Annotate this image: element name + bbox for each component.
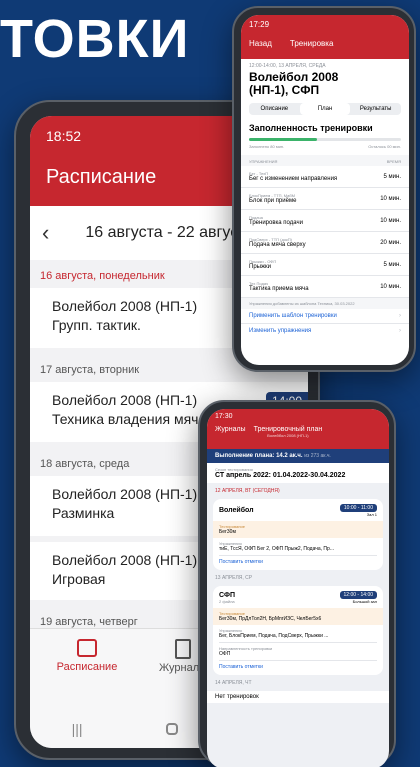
exercise-name: Прыжки [249,264,271,270]
training-tabs: Описание План Результаты [249,103,401,115]
card2-plan[interactable]: Тестирование Бег30м, ПрДлТол2Н, БрМпгИЗС… [213,608,383,625]
training-date: 12:00-14:00, 13 АПРЕЛЯ, СРЕДА [249,63,326,69]
remaining-text: Осталось 00 мин. [368,144,401,149]
top-back-button[interactable]: Назад [249,39,272,48]
exercise-time: 10 мин. [380,195,401,202]
home-icon[interactable] [165,723,178,735]
exercise-name: Тренировка подачи [249,220,303,226]
bottom-phone: 17:30 Журналы Тренировочный план Волейбо… [198,400,396,767]
template-note: Упражнения добавлены из шаблона Техника,… [241,298,409,309]
card2-mark-button[interactable]: Поставить отметки [219,661,377,670]
change-exercises-label: Изменить упражнения [249,328,312,334]
chevron-right-icon: › [399,328,401,334]
training-team: Волейбол 2008 (НП-1), СФП [249,70,339,97]
card1-time: 10:00 - 11:00 [339,504,377,512]
plan-label: Выполнение плана: 14.2 ак.ч. [215,453,303,459]
recent-apps-icon[interactable]: ||| [72,721,83,737]
apply-template-link[interactable]: Применить шаблон тренировки › [241,309,409,324]
exercise-time: 5 мин. [383,173,401,180]
journal-icon [175,639,191,659]
exercise-name: Тактика приема мяча [249,286,309,292]
tab-results[interactable]: Результаты [350,103,401,115]
apply-template-label: Применить шаблон тренировки [249,313,337,319]
tab-description[interactable]: Описание [249,103,300,115]
card1-title: Волейбол [219,507,254,514]
card2-title: СФП [219,591,236,599]
exercise-name: Бег с изменением направления [249,176,338,182]
fill-bar-value [249,138,318,141]
day-3: 14 АПРЕЛЯ, ЧТ [215,680,252,686]
exercise-time: 10 мин. [380,217,401,224]
col-exercises: УПРАЖНЕНИЯ [249,159,278,164]
card2-plan-value: Бег30м, ПрДлТол2Н, БрМпгИЗС, ЧелБег5х6 [219,616,322,622]
plan-summary[interactable]: Выполнение плана: 14.2 ак.ч. из 273 ак.ч… [207,449,389,463]
fill-title: Заполненность тренировки [249,123,373,133]
bottom-back-button[interactable]: Журналы [215,426,246,438]
exercise-time: 20 мин. [380,239,401,246]
exercise-list: Бег - ТехП Бег с изменением направления 5 … [241,166,409,298]
plan-of: из 273 ак.ч. [304,453,331,459]
day-2: 13 АПРЕЛЯ, СР [215,575,253,581]
exercise-row[interactable]: Прыжки - ОФП Прыжки 5 мин. [241,254,409,276]
training-card-1[interactable]: Волейбол 10:00 - 11:00 Зал 1 Тестировани… [213,499,383,570]
card1-ex-value: тиЕ, ТссЯ, ОФП Бег 2, ОФП Прыж2, Подача,… [219,546,334,552]
top-title: Тренировка [289,39,334,48]
col-time: ВРЕМЯ [386,159,401,164]
exercise-time: 10 мин. [380,283,401,290]
card1-plan-value: Бег30м [219,529,236,535]
card2-subtitle: 2 файла [219,598,235,604]
week-range: 16 августа - 22 августа [85,224,255,241]
day-today: 12 АПРЕЛЯ, ВТ (СЕГОДНЯ) [215,488,280,494]
tab-plan[interactable]: План [299,103,351,115]
exercise-row[interactable]: БлокПрием - ТТП, МабМ Блок при приёме 10 м… [241,188,409,210]
prev-week-icon[interactable]: ‹ [42,220,49,246]
card1-place: Зал 1 [366,512,377,517]
exercise-name: Блок при приёме [249,198,297,204]
bottom-header: 17:30 Журналы Тренировочный план Волейбо… [207,409,389,449]
headline: ТОВКИ [0,9,190,69]
nav-schedule-label: Расписание [56,661,118,673]
fill-bar [249,138,401,141]
nav-schedule[interactable]: Расписание [52,639,122,673]
top-status-time: 17:29 [249,20,270,29]
calendar-icon [77,639,97,657]
card2-dir-value: ОФП [219,651,231,657]
card2-place: Большой зал [352,599,377,604]
exercise-row[interactable]: Тех Подач Тактика приема мяча 10 мин. [241,276,409,298]
exercise-row[interactable]: Бег - ТехП Бег с изменением направления 5 … [241,166,409,188]
bottom-screen: 17:30 Журналы Тренировочный план Волейбо… [207,409,389,767]
period-value: СТ апрель 2022: 01.04.2022-30.04.2022 [215,472,346,479]
card2-ex-value: Бег, БлокПрием, Подача, ПодСверх, Прыжки… [219,633,329,639]
training-card-2[interactable]: СФП 2 файла 12:00 - 14:00 Большой зал Те… [213,586,383,675]
top-header: 17:29 Назад Тренировка [241,15,409,59]
exercise-row[interactable]: Подача Тренировка подачи 10 мин. [241,210,409,232]
card1-plan[interactable]: Тестирование Бег30м [213,521,383,538]
filled-text: Заполнено 80 мин. [249,144,285,149]
chevron-right-icon: › [399,313,401,319]
exercise-name: Подача мяча сверху [249,242,306,248]
top-phone: 17:29 Назад Тренировка 12:00-14:00, 13 А… [232,6,416,372]
bottom-subtitle: Волейбол 2008 (НП-1) [267,433,309,438]
top-screen: 17:29 Назад Тренировка 12:00-14:00, 13 А… [241,15,409,365]
exercise-row[interactable]: ПодСверх - ТТП (докП) Подача мяча сверху 2… [241,232,409,254]
card1-mark-button[interactable]: Поставить отметки [219,556,377,565]
bottom-status-time: 17:30 [215,413,233,420]
card2-time: 12:00 - 14:00 [339,591,377,599]
bottom-title: Тренировочный план [253,426,323,433]
exercise-time: 5 мин. [383,261,401,268]
no-trainings: Нет тренировок [207,691,389,703]
change-exercises-link[interactable]: Изменить упражнения › [241,324,409,338]
